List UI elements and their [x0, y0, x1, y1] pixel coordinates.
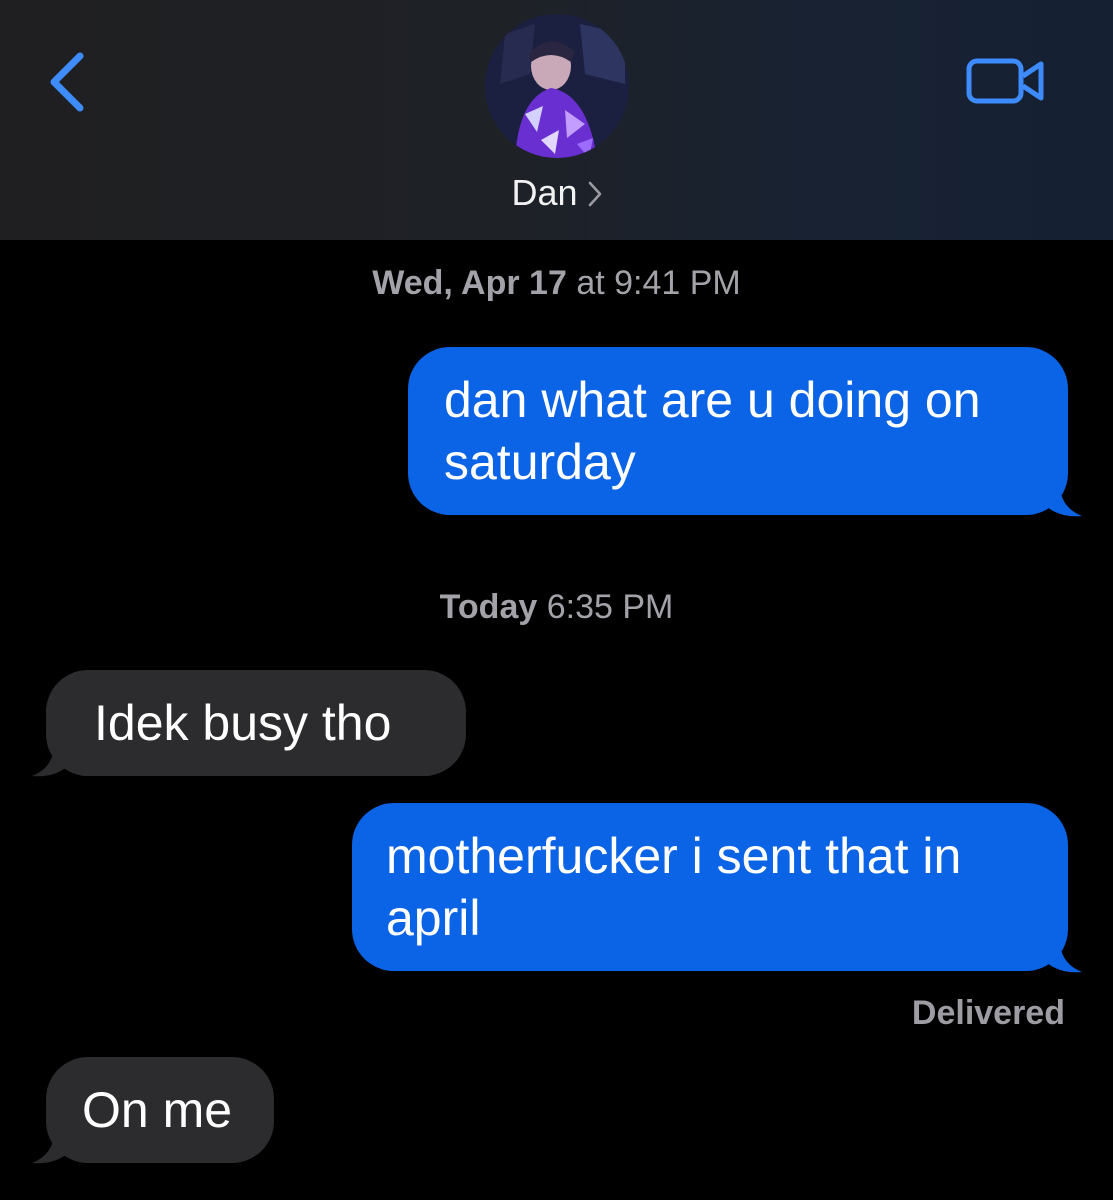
facetime-video-button[interactable]: [966, 56, 1046, 106]
message-text: motherfucker i sent that in april: [386, 828, 962, 946]
timestamp-time: at 9:41 PM: [576, 264, 741, 302]
message-text: dan what are u doing on saturday: [444, 372, 981, 490]
timestamp-1: Wed, Apr 17 at 9:41 PM: [0, 264, 1113, 303]
message-text: On me: [82, 1082, 233, 1138]
bubble-tail: [32, 748, 68, 777]
message-bubble-sent[interactable]: motherfucker i sent that in april: [352, 803, 1068, 971]
conversation-header: Dan: [0, 0, 1113, 240]
timestamp-2: Today 6:35 PM: [0, 588, 1113, 627]
delivery-status: Delivered: [911, 994, 1065, 1032]
chevron-right-icon: [588, 174, 602, 216]
contact-name-button[interactable]: Dan: [0, 172, 1113, 216]
avatar-photo: [485, 14, 629, 158]
message-bubble-received[interactable]: On me: [46, 1057, 274, 1163]
message-bubble-sent[interactable]: dan what are u doing on saturday: [408, 347, 1068, 515]
chevron-left-icon: [50, 52, 84, 112]
contact-name: Dan: [511, 172, 578, 213]
video-camera-icon: [966, 58, 1044, 104]
timestamp-day: Today: [439, 588, 538, 626]
contact-avatar[interactable]: [485, 14, 629, 158]
bubble-tail: [1046, 944, 1082, 973]
bubble-tail: [1046, 488, 1082, 517]
timestamp-time: 6:35 PM: [546, 588, 674, 626]
message-text: Idek busy tho: [94, 695, 392, 751]
back-button[interactable]: [44, 50, 94, 114]
message-bubble-received[interactable]: Idek busy tho: [46, 670, 466, 776]
bubble-tail: [32, 1135, 68, 1164]
timestamp-day: Wed, Apr 17: [372, 264, 567, 302]
